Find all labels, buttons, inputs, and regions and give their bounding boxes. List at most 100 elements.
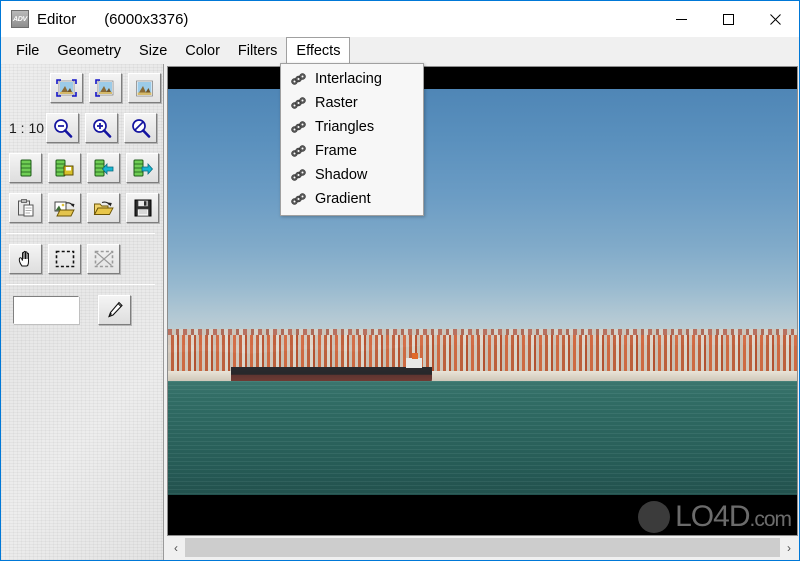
menu-item-label: Raster	[315, 95, 358, 111]
zoom-in-button[interactable]	[85, 113, 119, 143]
effects-dropdown-menu: Interlacing Raster Triangles Frame Shado…	[280, 63, 424, 216]
mode-row	[1, 239, 163, 279]
menu-file[interactable]: File	[7, 37, 48, 64]
color-swatch[interactable]	[13, 296, 79, 324]
save-button[interactable]	[126, 193, 159, 223]
maximize-button[interactable]	[705, 1, 752, 37]
gear-icon	[289, 71, 307, 87]
editor-window: ADV Editor (6000x3376) File Geometry Siz…	[0, 0, 800, 561]
buffer-button[interactable]	[9, 153, 42, 183]
buffer-load-button[interactable]	[87, 153, 120, 183]
minimize-button[interactable]	[658, 1, 705, 37]
horizontal-scrollbar[interactable]: ‹ ›	[167, 538, 798, 557]
minimize-icon	[676, 18, 687, 20]
app-icon: ADV	[11, 10, 29, 28]
sea-region	[168, 381, 797, 495]
menu-color[interactable]: Color	[176, 37, 229, 64]
fit-to-window-button[interactable]	[50, 73, 83, 103]
titlebar: ADV Editor (6000x3376)	[1, 1, 799, 37]
gear-icon	[289, 143, 307, 159]
select-tool-button[interactable]	[48, 244, 81, 274]
gear-icon	[289, 167, 307, 183]
menu-item-label: Shadow	[315, 167, 368, 183]
folder-image-icon	[54, 201, 75, 217]
menu-item-label: Triangles	[315, 119, 375, 135]
paste-button[interactable]	[9, 193, 42, 223]
zoom-ratio-label: 1 : 10	[9, 120, 45, 136]
image-canvas[interactable]: LO4D.com	[167, 66, 798, 536]
window-controls	[658, 1, 799, 37]
pan-tool-button[interactable]	[9, 244, 42, 274]
buffer-row	[1, 148, 163, 188]
scroll-right-button[interactable]: ›	[780, 538, 798, 557]
tool-panel: 1 : 10	[1, 64, 164, 560]
pen-tool-button[interactable]	[98, 295, 131, 325]
watermark-brand: LO4D	[675, 500, 750, 533]
floppy-disk-icon	[134, 199, 151, 217]
buffer-store-button[interactable]	[126, 153, 159, 183]
buffer-save-button[interactable]	[48, 153, 81, 183]
scroll-thumb[interactable]	[185, 538, 780, 557]
close-button[interactable]	[752, 1, 799, 37]
menu-size[interactable]: Size	[130, 37, 176, 64]
menu-effects[interactable]: Effects	[286, 37, 351, 64]
gear-icon	[289, 191, 307, 207]
zoom-out-button[interactable]	[46, 113, 80, 143]
stack-arrow-right-icon	[133, 159, 153, 177]
menu-item-raster[interactable]: Raster	[281, 91, 423, 115]
color-row	[1, 290, 163, 330]
hand-icon	[18, 250, 29, 267]
menu-item-interlacing[interactable]: Interlacing	[281, 67, 423, 91]
stack-disk-icon	[55, 159, 74, 177]
magnifier-plus-icon	[93, 119, 112, 138]
actual-size-button[interactable]	[128, 73, 161, 103]
pencil-icon	[107, 301, 123, 318]
gear-icon	[289, 119, 307, 135]
file-row	[1, 188, 163, 228]
menu-filters[interactable]: Filters	[229, 37, 286, 64]
menu-item-label: Gradient	[315, 191, 371, 207]
scroll-track[interactable]	[185, 538, 780, 557]
maximize-icon	[723, 13, 734, 25]
crop-icon	[94, 250, 113, 268]
marquee-icon	[55, 250, 74, 268]
photo-content	[168, 89, 797, 495]
sky-region	[168, 89, 797, 370]
zoom-row: 1 : 10	[1, 108, 163, 148]
image-plain-icon	[136, 80, 153, 96]
fit-width-button[interactable]	[89, 73, 122, 103]
folder-open-icon	[93, 201, 114, 215]
menubar: File Geometry Size Color Filters Effects	[1, 37, 799, 64]
menu-item-label: Interlacing	[315, 71, 382, 87]
magnifier-none-icon	[132, 119, 151, 138]
watermark: LO4D.com	[638, 500, 792, 533]
image-fit-corner-icon	[95, 78, 114, 97]
menu-item-frame[interactable]: Frame	[281, 139, 423, 163]
menu-item-triangles[interactable]: Triangles	[281, 115, 423, 139]
image-viewer: LO4D.com ‹ ›	[164, 64, 799, 560]
app-icon-label: ADV	[12, 15, 28, 23]
magnifier-minus-icon	[54, 119, 73, 138]
menu-geometry[interactable]: Geometry	[48, 37, 130, 64]
crop-tool-button[interactable]	[87, 244, 120, 274]
toolbar-divider-2	[6, 284, 155, 285]
stack-icon	[20, 159, 31, 177]
watermark-tld: .com	[749, 508, 792, 531]
ship-funnel	[412, 353, 419, 359]
open-image-button[interactable]	[48, 193, 81, 223]
window-title: Editor	[37, 10, 77, 28]
stack-arrow-left-icon	[94, 159, 114, 177]
menu-item-label: Frame	[315, 143, 357, 159]
ship-superstructure	[406, 358, 423, 368]
close-icon	[770, 13, 781, 25]
menu-item-shadow[interactable]: Shadow	[281, 163, 423, 187]
zoom-reset-button[interactable]	[124, 113, 158, 143]
lo4d-logo-icon	[638, 501, 671, 533]
menu-item-gradient[interactable]: Gradient	[281, 187, 423, 211]
image-fit-icon	[56, 78, 77, 97]
open-folder-button[interactable]	[87, 193, 120, 223]
scroll-left-button[interactable]: ‹	[167, 538, 185, 557]
view-mode-row	[1, 68, 163, 108]
image-dimensions-label: (6000x3376)	[104, 10, 189, 28]
clipboard-icon	[17, 199, 33, 217]
